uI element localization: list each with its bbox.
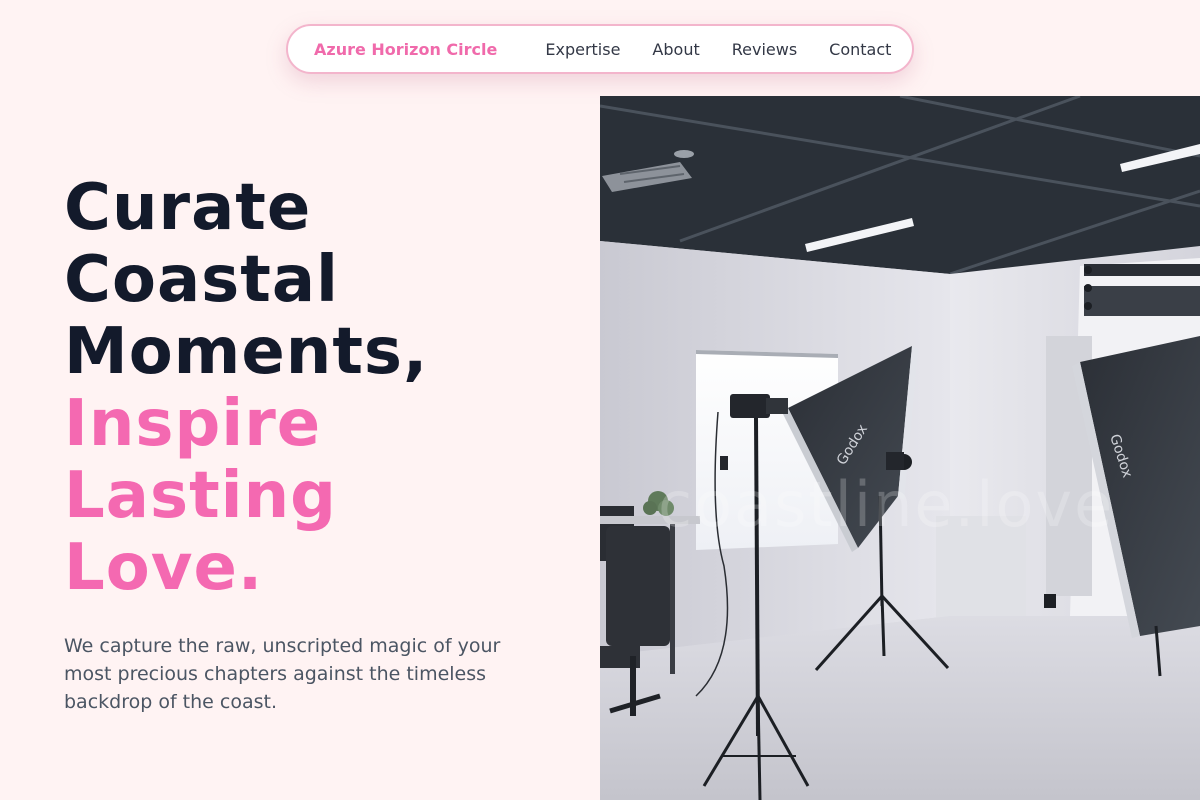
page: Azure Horizon Circle Expertise About Rev…: [0, 0, 1200, 800]
headline-line-1: Curate: [64, 171, 312, 245]
studio-illustration: Godox Godox: [600, 96, 1200, 800]
nav-link-contact[interactable]: Contact: [829, 40, 891, 59]
headline-line-3: Moments,: [64, 315, 429, 389]
nav-link-about[interactable]: About: [652, 40, 699, 59]
hero-subtitle: We capture the raw, unscripted magic of …: [64, 635, 501, 713]
hero-section: Curate Coastal Moments, Inspire Lasting …: [64, 172, 584, 716]
nav-link-expertise[interactable]: Expertise: [545, 40, 620, 59]
hero-photo-studio: Godox Godox coastline.love: [600, 96, 1200, 800]
brand-logo[interactable]: Azure Horizon Circle: [314, 40, 497, 59]
nav-links: Expertise About Reviews Contact: [529, 40, 907, 59]
headline-accent-line-3: Love.: [64, 531, 264, 605]
nav-link-reviews[interactable]: Reviews: [732, 40, 797, 59]
headline-accent-line-1: Inspire: [64, 387, 322, 461]
top-nav: Azure Horizon Circle Expertise About Rev…: [286, 24, 914, 74]
headline-line-2: Coastal: [64, 243, 339, 317]
photo-watermark: coastline.love: [658, 468, 1115, 541]
headline-accent-line-2: Lasting: [64, 459, 337, 533]
hero-headline: Curate Coastal Moments, Inspire Lasting …: [64, 172, 584, 604]
